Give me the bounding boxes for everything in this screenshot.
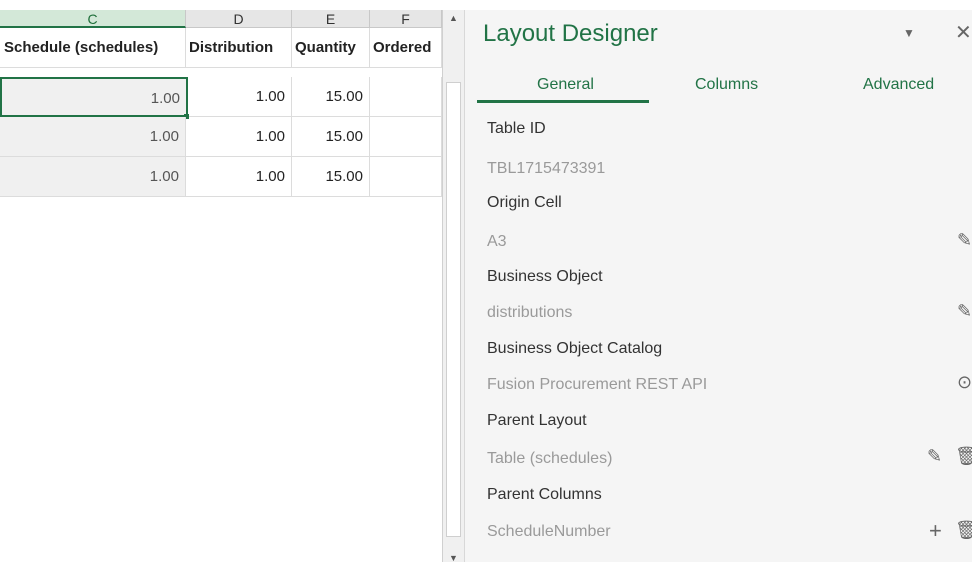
add-parent-column-plus-icon[interactable]: + (929, 518, 942, 544)
column-header-f[interactable]: F (370, 10, 442, 28)
field-value-parent-columns: ScheduleNumber (487, 523, 611, 540)
column-header-d[interactable]: D (186, 10, 292, 28)
edit-parent-layout-pencil-icon[interactable]: ✎ (927, 446, 942, 467)
column-header-c[interactable]: C (0, 10, 186, 28)
vertical-scrollbar[interactable]: ▲ ▼ (442, 10, 464, 563)
header-cell-schedule[interactable]: Schedule (schedules) (0, 28, 186, 68)
table-row: 1.00 1.00 15.00 (0, 117, 442, 157)
table-header-row: Schedule (schedules) Distribution Quanti… (0, 28, 442, 68)
scroll-down-arrow-icon[interactable]: ▼ (443, 550, 464, 566)
spreadsheet-grid: C D E F Schedule (schedules) Distributio… (0, 0, 442, 562)
header-cell-quantity[interactable]: Quantity (292, 28, 370, 68)
field-label-table-id: Table ID (487, 120, 546, 137)
layout-designer-pane: Layout Designer ▼ ✕ General Columns Adva… (464, 10, 972, 562)
active-tab-indicator (477, 100, 649, 103)
delete-parent-layout-trash-icon[interactable]: 🗑 (955, 446, 972, 467)
scroll-up-arrow-icon[interactable]: ▲ (443, 10, 464, 26)
cell-d3[interactable]: 1.00 (186, 157, 292, 197)
edit-origin-cell-pencil-icon[interactable]: ✎ (957, 230, 972, 251)
pane-menu-icon[interactable]: ▼ (903, 26, 915, 40)
field-value-business-object-catalog: Fusion Procurement REST API (487, 376, 708, 393)
delete-parent-column-trash-icon[interactable]: 🗑 (955, 520, 972, 541)
tab-general[interactable]: General (537, 76, 594, 94)
field-label-business-object: Business Object (487, 268, 603, 285)
scroll-thumb[interactable] (446, 82, 461, 537)
tab-advanced[interactable]: Advanced (863, 76, 934, 94)
cell-e2[interactable]: 15.00 (292, 117, 370, 157)
field-label-business-object-catalog: Business Object Catalog (487, 340, 663, 357)
cell-c1[interactable]: 1.00 (0, 77, 188, 117)
field-label-parent-columns: Parent Columns (487, 486, 602, 503)
pane-title: Layout Designer (483, 20, 658, 47)
close-icon[interactable]: ✕ (955, 20, 972, 45)
field-value-business-object: distributions (487, 304, 573, 321)
field-value-parent-layout: Table (schedules) (487, 450, 613, 467)
cell-f3[interactable] (370, 157, 442, 197)
cell-d2[interactable]: 1.00 (186, 117, 292, 157)
column-header-e[interactable]: E (292, 10, 370, 28)
cell-d1[interactable]: 1.00 (188, 77, 292, 117)
view-catalog-icon[interactable]: ⊙ (957, 372, 972, 393)
table-row: 1.00 1.00 15.00 (0, 77, 442, 117)
field-label-parent-layout: Parent Layout (487, 412, 587, 429)
field-value-table-id: TBL1715473391 (487, 160, 606, 177)
cell-c3[interactable]: 1.00 (0, 157, 186, 197)
cell-e3[interactable]: 15.00 (292, 157, 370, 197)
cell-f1[interactable] (370, 77, 442, 117)
field-value-origin-cell: A3 (487, 233, 507, 250)
field-label-origin-cell: Origin Cell (487, 194, 562, 211)
header-cell-ordered[interactable]: Ordered (370, 28, 442, 68)
header-cell-distribution[interactable]: Distribution (186, 28, 292, 68)
table-row: 1.00 1.00 15.00 (0, 157, 442, 197)
cell-f2[interactable] (370, 117, 442, 157)
cell-e1[interactable]: 15.00 (292, 77, 370, 117)
edit-business-object-pencil-icon[interactable]: ✎ (957, 301, 972, 322)
tab-columns[interactable]: Columns (695, 76, 758, 94)
cell-c2[interactable]: 1.00 (0, 117, 186, 157)
